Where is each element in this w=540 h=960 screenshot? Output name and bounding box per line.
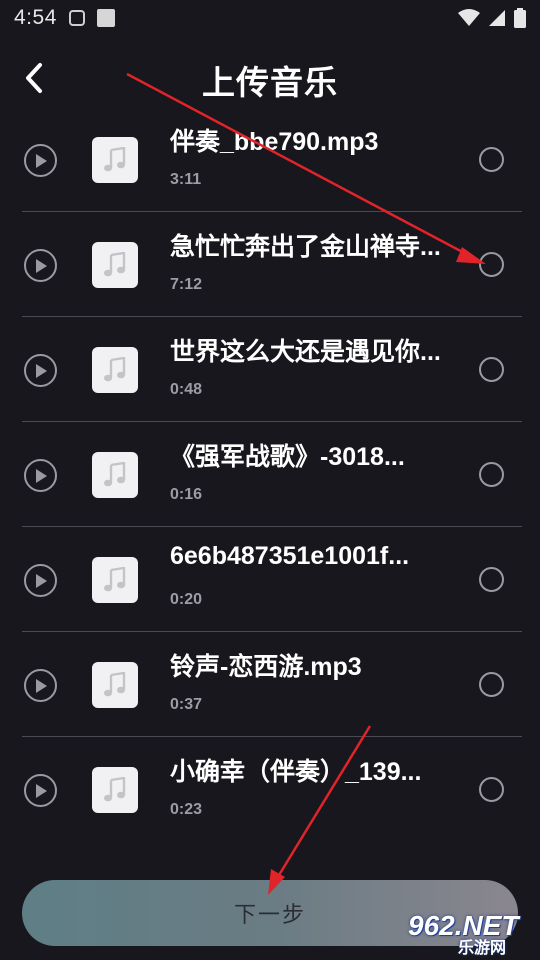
song-title: 伴奏_bbe790.mp3: [170, 128, 379, 156]
music-note-icon: [104, 357, 126, 382]
status-bar: 4:54: [0, 0, 540, 36]
music-thumbnail: [92, 767, 138, 813]
list-item[interactable]: 急忙忙奔出了金山禅寺... 7:12: [0, 212, 540, 317]
music-thumbnail: [92, 662, 138, 708]
select-radio[interactable]: [479, 252, 504, 277]
list-item[interactable]: 小确幸（伴奏）_139... 0:23: [0, 737, 540, 842]
song-title: 世界这么大还是遇见你...: [170, 338, 441, 366]
song-title: 6e6b487351e1001f...: [170, 542, 410, 570]
play-button[interactable]: [24, 564, 57, 597]
music-note-icon: [104, 777, 126, 802]
play-button[interactable]: [24, 144, 57, 177]
play-icon: [35, 783, 47, 798]
select-radio[interactable]: [479, 357, 504, 382]
list-item[interactable]: 《强军战歌》-3018... 0:16: [0, 422, 540, 527]
chevron-left-icon: [26, 63, 42, 93]
list-item[interactable]: 铃声-恋西游.mp3 0:37: [0, 632, 540, 737]
list-item[interactable]: 6e6b487351e1001f... 0:20: [0, 527, 540, 632]
song-duration: 0:37: [170, 696, 203, 713]
play-button[interactable]: [24, 669, 57, 702]
song-duration: 3:11: [170, 171, 202, 188]
song-title: 小确幸（伴奏）_139...: [170, 758, 422, 786]
next-button[interactable]: 下一步: [22, 880, 518, 946]
list-item[interactable]: 世界这么大还是遇见你... 0:48: [0, 317, 540, 422]
play-icon: [35, 573, 47, 588]
list-item[interactable]: 伴奏_bbe790.mp3 3:11: [0, 107, 540, 212]
next-button-label: 下一步: [233, 902, 306, 927]
status-time: 4:54: [14, 6, 57, 29]
song-list[interactable]: 伴奏_bbe790.mp3 3:11 急忙忙奔出了金山禅寺... 7:12 世界这么大还…: [0, 107, 540, 847]
song-duration: 7:12: [170, 276, 203, 293]
song-title: 《强军战歌》-3018...: [170, 443, 405, 471]
play-icon: [35, 258, 47, 273]
music-thumbnail: [92, 137, 138, 183]
song-title: 急忙忙奔出了金山禅寺...: [170, 233, 441, 261]
music-thumbnail: [92, 347, 138, 393]
select-radio[interactable]: [479, 147, 504, 172]
play-button[interactable]: [24, 354, 57, 387]
select-radio[interactable]: [479, 567, 504, 592]
song-duration: 0:23: [170, 801, 203, 818]
music-note-icon: [104, 252, 126, 277]
music-note-icon: [104, 672, 126, 697]
wifi-icon: [458, 9, 480, 26]
back-button[interactable]: [18, 58, 50, 98]
music-note-icon: [104, 147, 126, 172]
music-thumbnail: [92, 452, 138, 498]
play-icon: [35, 678, 47, 693]
song-duration: 0:16: [170, 486, 203, 503]
play-button[interactable]: [24, 459, 57, 492]
song-title: 铃声-恋西游.mp3: [170, 653, 362, 681]
music-note-icon: [104, 462, 126, 487]
play-icon: [35, 468, 47, 483]
select-radio[interactable]: [479, 672, 504, 697]
play-button[interactable]: [24, 774, 57, 807]
song-duration: 0:20: [170, 591, 203, 608]
play-button[interactable]: [24, 249, 57, 282]
music-thumbnail: [92, 242, 138, 288]
song-duration: 0:48: [170, 381, 203, 398]
play-icon: [35, 153, 47, 168]
notification-icon: [68, 10, 85, 26]
music-thumbnail: [92, 557, 138, 603]
select-radio[interactable]: [479, 462, 504, 487]
select-radio[interactable]: [479, 777, 504, 802]
music-note-icon: [104, 567, 126, 592]
play-icon: [35, 363, 47, 378]
signal-icon: [489, 10, 505, 26]
square-icon: [96, 9, 115, 27]
battery-icon: [514, 8, 526, 28]
page-title: 上传音乐: [202, 64, 338, 101]
